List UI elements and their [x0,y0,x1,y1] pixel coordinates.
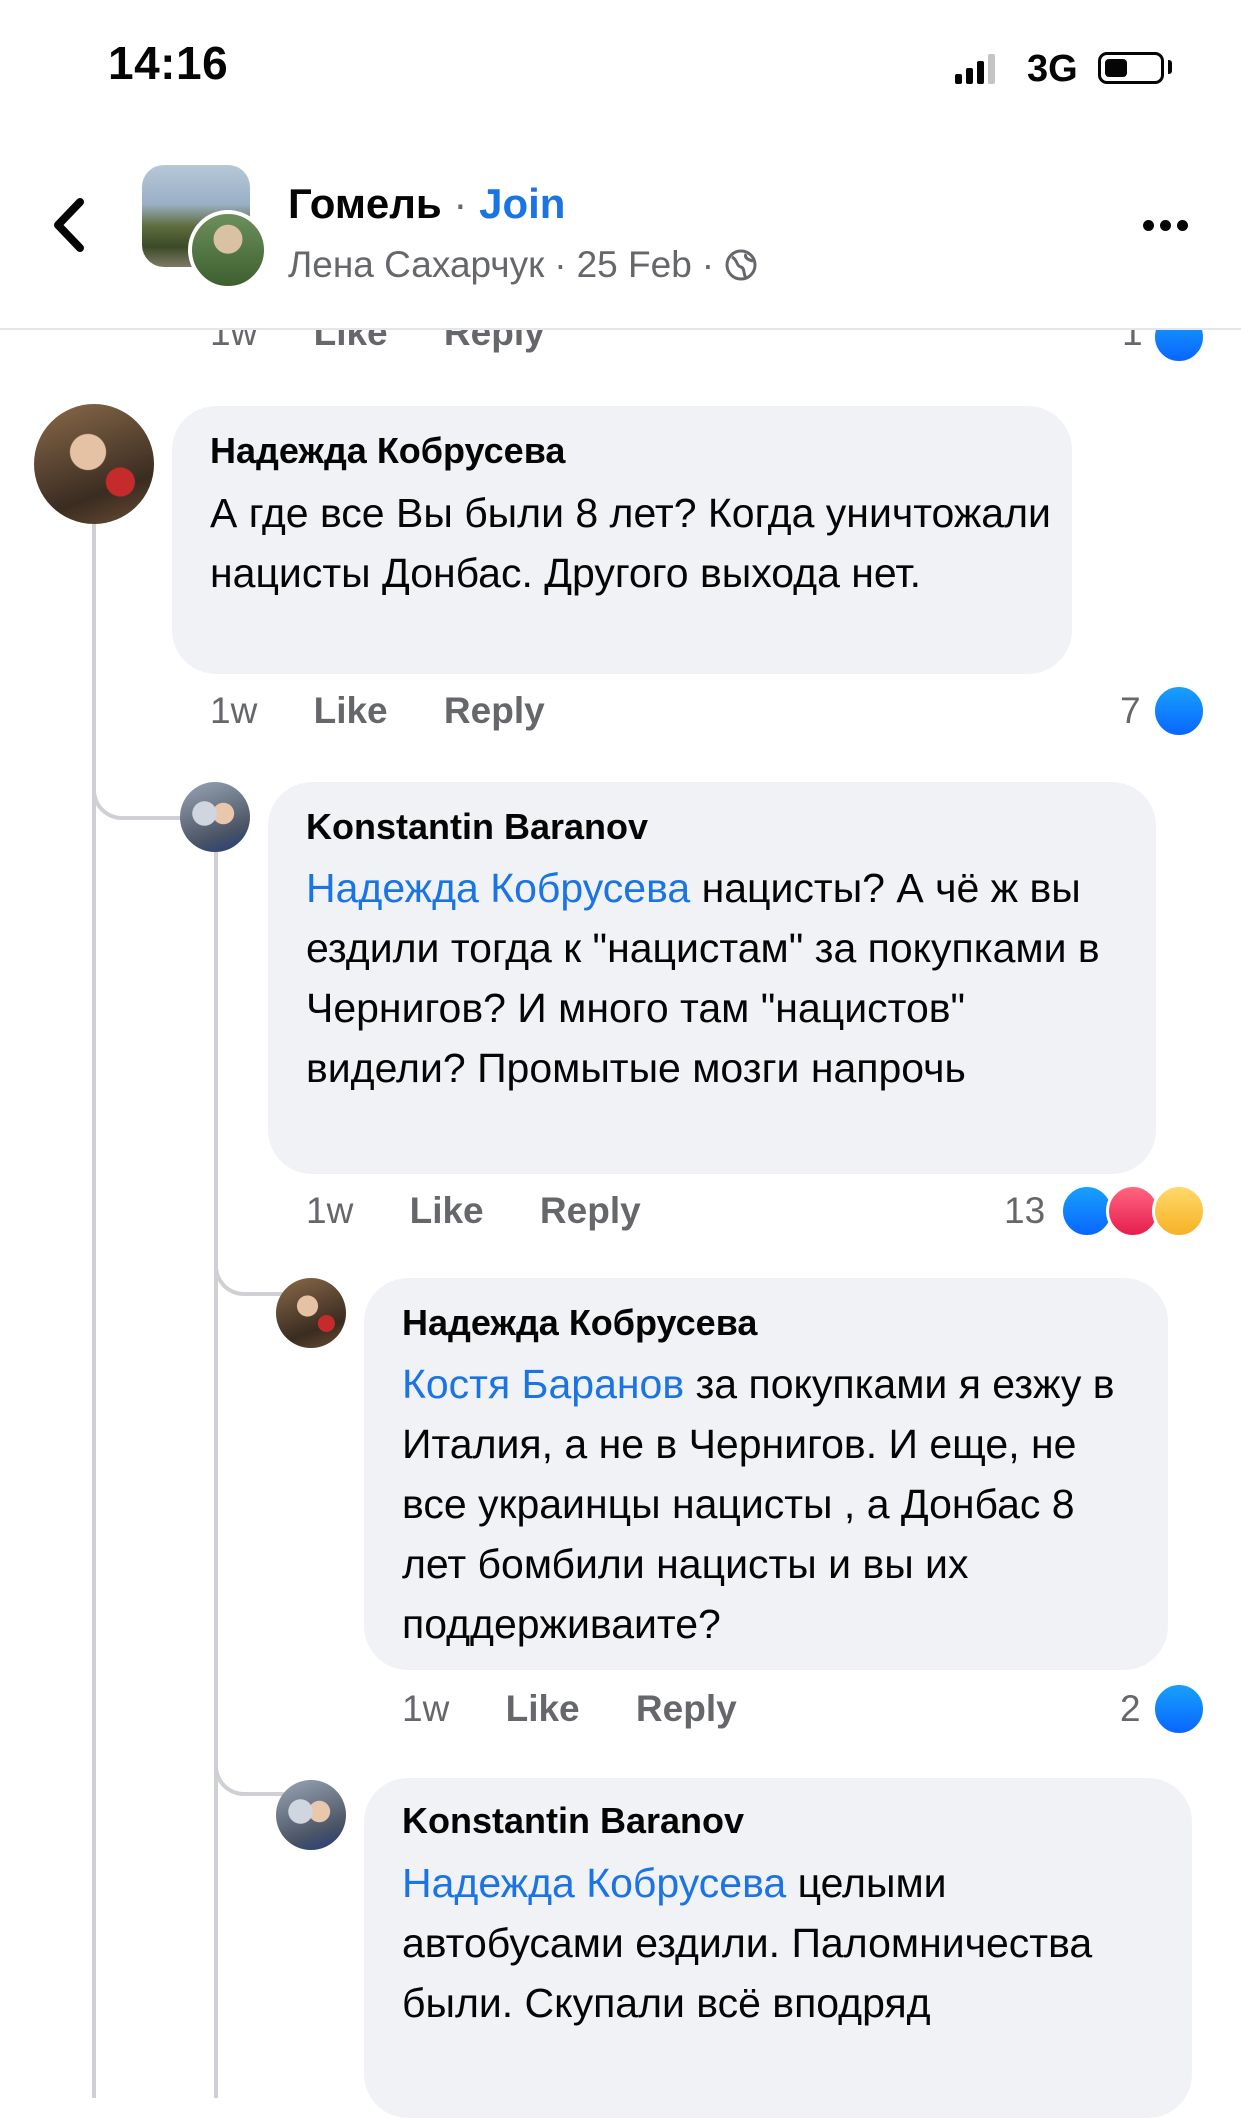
reply-button[interactable]: Reply [636,1688,737,1729]
thread-connector-nested-2 [214,1738,284,1796]
signal-icon [955,52,995,84]
comment-actions: 1w Like Reply [306,1190,641,1232]
like-reaction-icon [1152,1682,1206,1736]
comment-author[interactable]: Konstantin Baranov [402,1800,744,1842]
meta-separator: · [554,244,567,285]
avatar[interactable] [34,404,154,524]
thread-connector-nested [214,1238,284,1296]
join-button[interactable]: Join [479,180,565,227]
comment-actions: 1w Like Reply [402,1688,737,1730]
like-reaction-icon [1152,684,1206,738]
comment-text: Костя Баранов за покупками я езжу в Итал… [402,1354,1148,1654]
globe-icon [724,248,758,282]
title-separator: · [453,180,468,227]
comment-actions: 1w Like Reply [210,690,545,732]
comment-time[interactable]: 1w [402,1688,449,1729]
like-button[interactable]: Like [314,690,388,731]
avatar[interactable] [276,1278,346,1348]
like-button[interactable]: Like [506,1688,580,1729]
thread-connector [92,760,182,820]
comment-text: Надежда Кобрусева нацисты? А чё ж вы езд… [306,858,1136,1098]
comment-author[interactable]: Надежда Кобрусева [210,430,565,472]
post-meta: Лена Сахарчук · 25 Feb · [288,244,758,286]
mention-link[interactable]: Надежда Кобрусева [306,865,690,911]
comment-text: А где все Вы были 8 лет? Когда уничтожал… [210,490,1051,596]
network-type: 3G [1027,48,1078,90]
comment-time[interactable]: 1w [306,1190,353,1231]
reply-button[interactable]: Reply [540,1190,641,1231]
battery-tip [1168,60,1172,74]
comment-author[interactable]: Konstantin Baranov [306,806,648,848]
comment-text: Надежда Кобрусева целыми автобусами езди… [402,1853,1172,2033]
post-author[interactable]: Лена Сахарчук [288,244,544,286]
reply-button[interactable]: Reply [444,690,545,731]
mention-link[interactable]: Надежда Кобрусева [402,1860,786,1906]
thread-line-nested [214,852,218,2098]
reaction-count[interactable]: 7 [1120,690,1141,732]
reaction-count[interactable]: 13 [1004,1190,1045,1232]
author-avatar[interactable] [188,210,268,290]
back-icon[interactable] [40,190,100,260]
header-mask [0,290,1241,328]
mention-link[interactable]: Костя Баранов [402,1361,684,1407]
status-time: 14:16 [108,37,229,89]
meta-separator-2: · [701,244,715,285]
group-name[interactable]: Гомель [288,180,442,227]
comment-author[interactable]: Надежда Кобрусева [402,1302,757,1344]
reaction-count[interactable]: 2 [1120,1688,1141,1730]
avatar[interactable] [276,1780,346,1850]
avatar[interactable] [180,782,250,852]
like-button[interactable]: Like [410,1190,484,1231]
battery-icon [1098,52,1164,84]
comment-time[interactable]: 1w [210,690,257,731]
post-date[interactable]: 25 Feb [577,244,692,286]
haha-reaction-icon [1152,1184,1206,1238]
more-options-icon[interactable] [1143,220,1188,231]
page-title: Гомель · Join [288,180,565,228]
header-divider [0,328,1241,330]
